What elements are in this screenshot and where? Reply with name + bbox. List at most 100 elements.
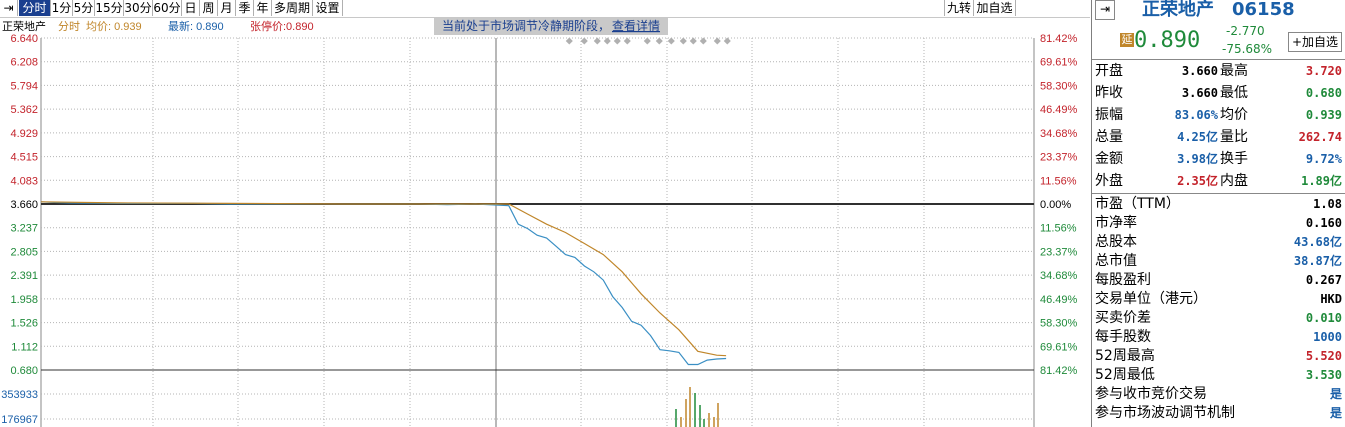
event-marker[interactable]: [713, 37, 721, 45]
pct-tick-label: 11.56%: [1040, 175, 1077, 187]
event-marker[interactable]: [723, 37, 731, 45]
chart-legend-item: 均价: 0.939: [86, 20, 142, 33]
stat-value: 3.530: [1305, 368, 1342, 382]
pin-icon[interactable]: ⇥: [0, 0, 18, 16]
event-marker[interactable]: [565, 37, 573, 45]
pct-tick-label: 11.56%: [1040, 223, 1077, 235]
last-price: 0.890: [1134, 28, 1201, 53]
quote-label: 振幅: [1095, 107, 1123, 123]
quote-panel: ⇥ 正荣地产 06158 延 0.890 -2.770 -75.68% +加自选…: [1091, 0, 1345, 427]
quote-value: 9.72%: [1305, 152, 1342, 166]
stock-name: 正荣地产: [1142, 0, 1214, 20]
y-tick-label: 2.391: [10, 270, 38, 282]
stat-label: 参与收市竞价交易: [1095, 386, 1207, 402]
pct-tick-label: 23.37%: [1040, 246, 1078, 258]
chart-legend-item: 张停价:0.890: [250, 19, 314, 33]
y-tick-label: 5.794: [10, 80, 38, 92]
event-marker[interactable]: [593, 37, 601, 45]
quote-label: 最低: [1220, 85, 1248, 101]
add-watchlist-button[interactable]: +加自选: [1288, 32, 1342, 52]
y-tick-label: 6.640: [10, 33, 38, 45]
y-tick-label: 4.929: [10, 128, 38, 140]
pct-tick-label: 46.49%: [1040, 294, 1078, 306]
notice-link[interactable]: 查看详情: [612, 18, 660, 33]
event-marker[interactable]: [667, 37, 675, 45]
quote-value: 3.98亿: [1177, 152, 1218, 166]
pct-tick-label: 81.42%: [1040, 365, 1078, 377]
pct-tick-label: 23.37%: [1040, 152, 1078, 164]
quote-label: 最高: [1220, 63, 1248, 79]
y-tick-label: 4.083: [10, 175, 38, 187]
notice-text: 当前处于市场调节冷静期阶段，: [442, 18, 610, 33]
divider: [1092, 59, 1345, 60]
y-tick-label: 6.208: [10, 57, 38, 69]
pct-tick-label: 34.68%: [1040, 128, 1078, 140]
y-tick-label: 4.515: [10, 152, 38, 164]
period-tab[interactable]: 月: [218, 0, 236, 16]
pin-icon[interactable]: ⇥: [1095, 0, 1115, 20]
quote-label: 外盘: [1095, 173, 1123, 189]
pct-tick-label: 69.61%: [1040, 57, 1078, 69]
stat-label: 总市值: [1095, 253, 1137, 269]
event-marker[interactable]: [603, 37, 611, 45]
period-tab[interactable]: 季: [236, 0, 254, 16]
stat-label: 每股盈利: [1095, 272, 1151, 288]
stat-value: 是: [1329, 406, 1342, 420]
stat-value: 是: [1329, 387, 1342, 401]
stat-label: 总股本: [1095, 234, 1137, 250]
period-tab[interactable]: 15分: [95, 0, 124, 16]
period-tab[interactable]: 设置: [313, 0, 343, 16]
quote-value: 83.06%: [1174, 108, 1218, 122]
quote-label: 内盘: [1220, 173, 1248, 189]
stat-label: 52周最低: [1095, 367, 1155, 383]
period-tab[interactable]: 1分: [51, 0, 73, 16]
quote-value: 3.660: [1181, 64, 1218, 78]
stat-value: HKD: [1320, 292, 1342, 306]
chart-legend-item: 正荣地产: [2, 19, 46, 33]
period-tab[interactable]: 60分: [153, 0, 182, 16]
event-marker[interactable]: [689, 37, 697, 45]
stat-label: 52周最高: [1095, 348, 1155, 364]
y-tick-label: 3.660: [10, 199, 38, 211]
quote-label: 金额: [1095, 151, 1123, 167]
event-marker[interactable]: [699, 37, 707, 45]
price-line: [40, 201, 727, 366]
y-tick-label: 1.958: [10, 294, 38, 306]
stat-label: 市盈（TTM）: [1095, 196, 1180, 212]
pct-tick-label: 0.00%: [1040, 199, 1071, 211]
price-change-pct: -75.68%: [1222, 42, 1273, 56]
y-tick-label: 5.362: [10, 104, 38, 116]
stat-label: 参与市场波动调节机制: [1095, 405, 1235, 421]
y-tick-label: 1.112: [11, 341, 38, 353]
event-marker[interactable]: [655, 37, 663, 45]
nine-turn-button[interactable]: 九转: [944, 0, 974, 16]
stat-value: 0.160: [1305, 216, 1342, 230]
divider: [1092, 193, 1345, 194]
event-marker[interactable]: [643, 37, 651, 45]
period-tab[interactable]: 年: [254, 0, 272, 16]
period-tab[interactable]: 30分: [124, 0, 153, 16]
stat-value: 0.010: [1305, 311, 1342, 325]
stat-value: 1.08: [1313, 197, 1342, 211]
intraday-chart[interactable]: 6.640 81.42% 6.208 69.61% 5.794 58.30% 5.362 46…: [0, 18, 1090, 427]
y-tick-label: 3.237: [10, 223, 38, 235]
period-tab[interactable]: 多周期: [272, 0, 313, 16]
quote-value: 2.35亿: [1177, 174, 1218, 188]
period-tab[interactable]: 日: [182, 0, 200, 16]
event-marker[interactable]: [623, 37, 631, 45]
period-tab[interactable]: 分时: [19, 0, 51, 16]
pct-tick-label: 69.61%: [1040, 341, 1078, 353]
quote-value: 0.939: [1305, 108, 1342, 122]
event-marker[interactable]: [679, 37, 687, 45]
chart-legend-item: 最新: 0.890: [168, 19, 224, 33]
stat-value: 5.520: [1305, 349, 1342, 363]
stat-value: 0.267: [1305, 273, 1342, 287]
quote-value: 3.720: [1305, 64, 1342, 78]
add-watchlist-top-button[interactable]: 加自选: [974, 0, 1016, 16]
period-tab[interactable]: 5分: [73, 0, 95, 16]
event-marker[interactable]: [613, 37, 621, 45]
pct-tick-label: 81.42%: [1040, 33, 1078, 45]
event-marker[interactable]: [580, 37, 588, 45]
period-tab[interactable]: 周: [200, 0, 218, 16]
avg-line: [40, 201, 727, 357]
